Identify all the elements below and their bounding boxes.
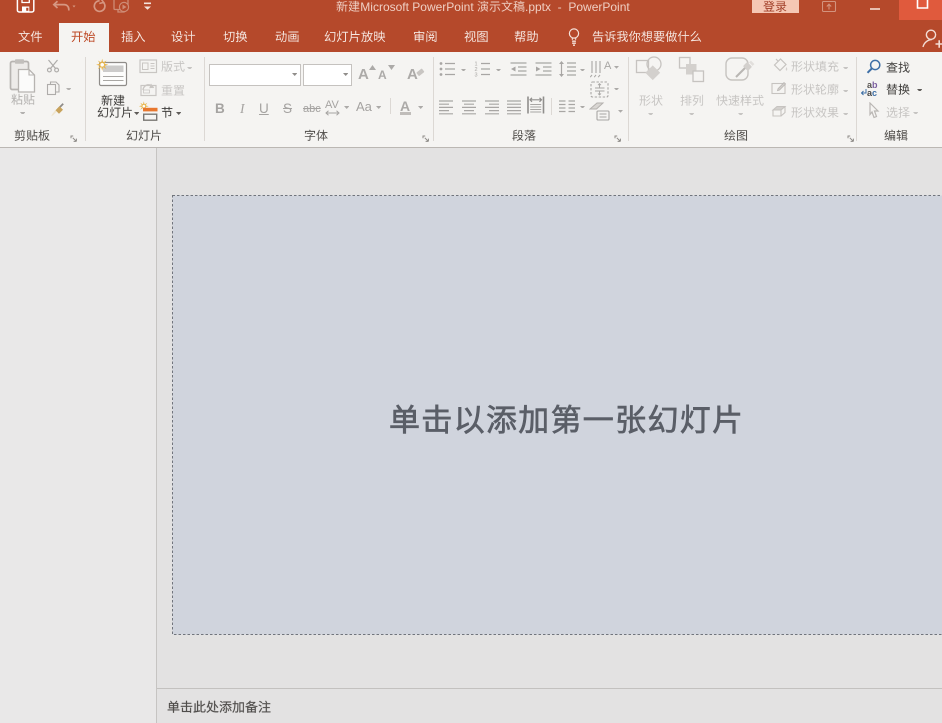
svg-text:A: A bbox=[604, 60, 612, 72]
svg-text:3: 3 bbox=[475, 73, 478, 79]
